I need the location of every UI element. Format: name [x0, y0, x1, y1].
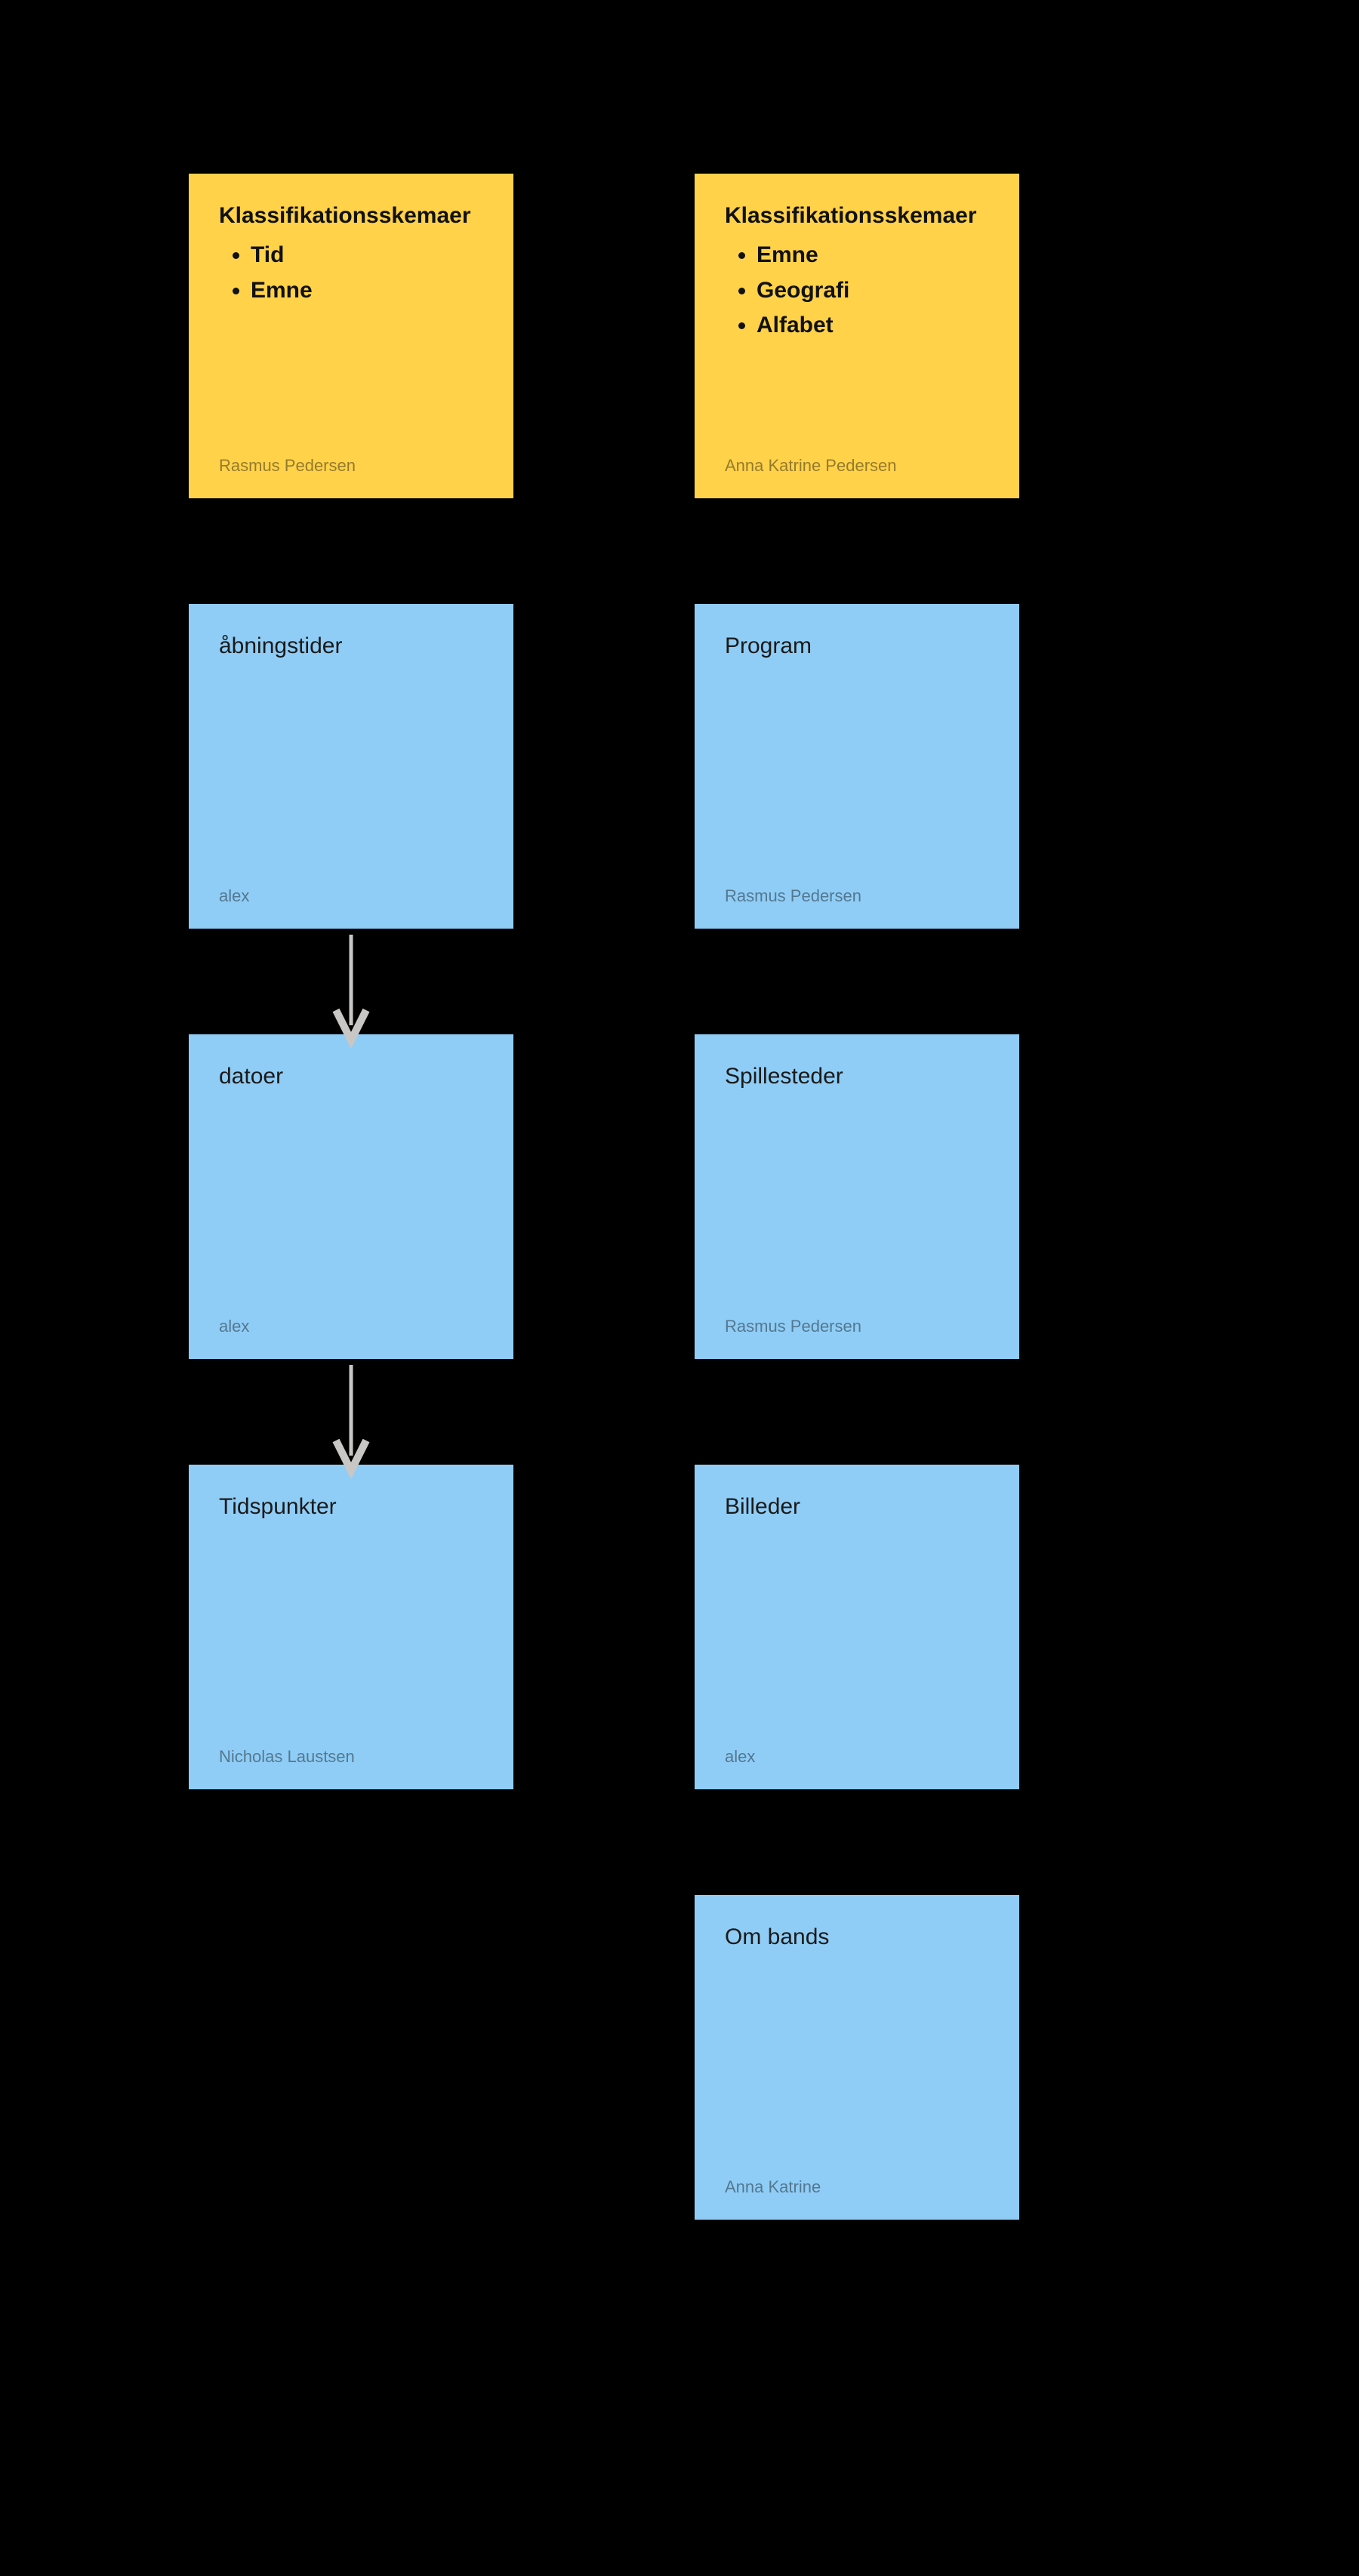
diagram-canvas[interactable]: Klassifikationsskemaer Tid Emne Rasmus P… — [0, 0, 1359, 2576]
note-title: Om bands — [725, 1922, 989, 1952]
note-title: Program — [725, 631, 989, 661]
note-author: Anna Katrine — [725, 2177, 989, 2197]
header-note-left[interactable]: Klassifikationsskemaer Tid Emne Rasmus P… — [189, 174, 513, 498]
bullet-item: Alfabet — [757, 308, 989, 344]
note-title: Tidspunkter — [219, 1492, 483, 1521]
bullet-list: Tid Emne — [219, 238, 483, 308]
bullet-item: Tid — [251, 238, 483, 273]
note-author: Rasmus Pedersen — [725, 1317, 989, 1336]
bullet-item: Emne — [251, 273, 483, 309]
right-note-3[interactable]: Om bands Anna Katrine — [695, 1895, 1019, 2220]
note-author: alex — [219, 1317, 483, 1336]
right-note-0[interactable]: Program Rasmus Pedersen — [695, 604, 1019, 929]
bullet-item: Geografi — [757, 273, 989, 309]
note-author: Rasmus Pedersen — [219, 456, 483, 476]
note-title: datoer — [219, 1062, 483, 1091]
right-note-1[interactable]: Spillesteder Rasmus Pedersen — [695, 1034, 1019, 1359]
note-title: Billeder — [725, 1492, 989, 1521]
note-author: Rasmus Pedersen — [725, 886, 989, 906]
note-title: Spillesteder — [725, 1062, 989, 1091]
note-heading: Klassifikationsskemaer — [725, 201, 989, 230]
left-note-0[interactable]: åbningstider alex — [189, 604, 513, 929]
bullet-item: Emne — [757, 238, 989, 273]
note-author: alex — [219, 886, 483, 906]
note-title: åbningstider — [219, 631, 483, 661]
right-note-2[interactable]: Billeder alex — [695, 1465, 1019, 1789]
header-note-right[interactable]: Klassifikationsskemaer Emne Geografi Alf… — [695, 174, 1019, 498]
bullet-list: Emne Geografi Alfabet — [725, 238, 989, 344]
left-note-1[interactable]: datoer alex — [189, 1034, 513, 1359]
note-author: alex — [725, 1747, 989, 1767]
note-heading: Klassifikationsskemaer — [219, 201, 483, 230]
left-note-2[interactable]: Tidspunkter Nicholas Laustsen — [189, 1465, 513, 1789]
note-author: Anna Katrine Pedersen — [725, 456, 989, 476]
note-author: Nicholas Laustsen — [219, 1747, 483, 1767]
